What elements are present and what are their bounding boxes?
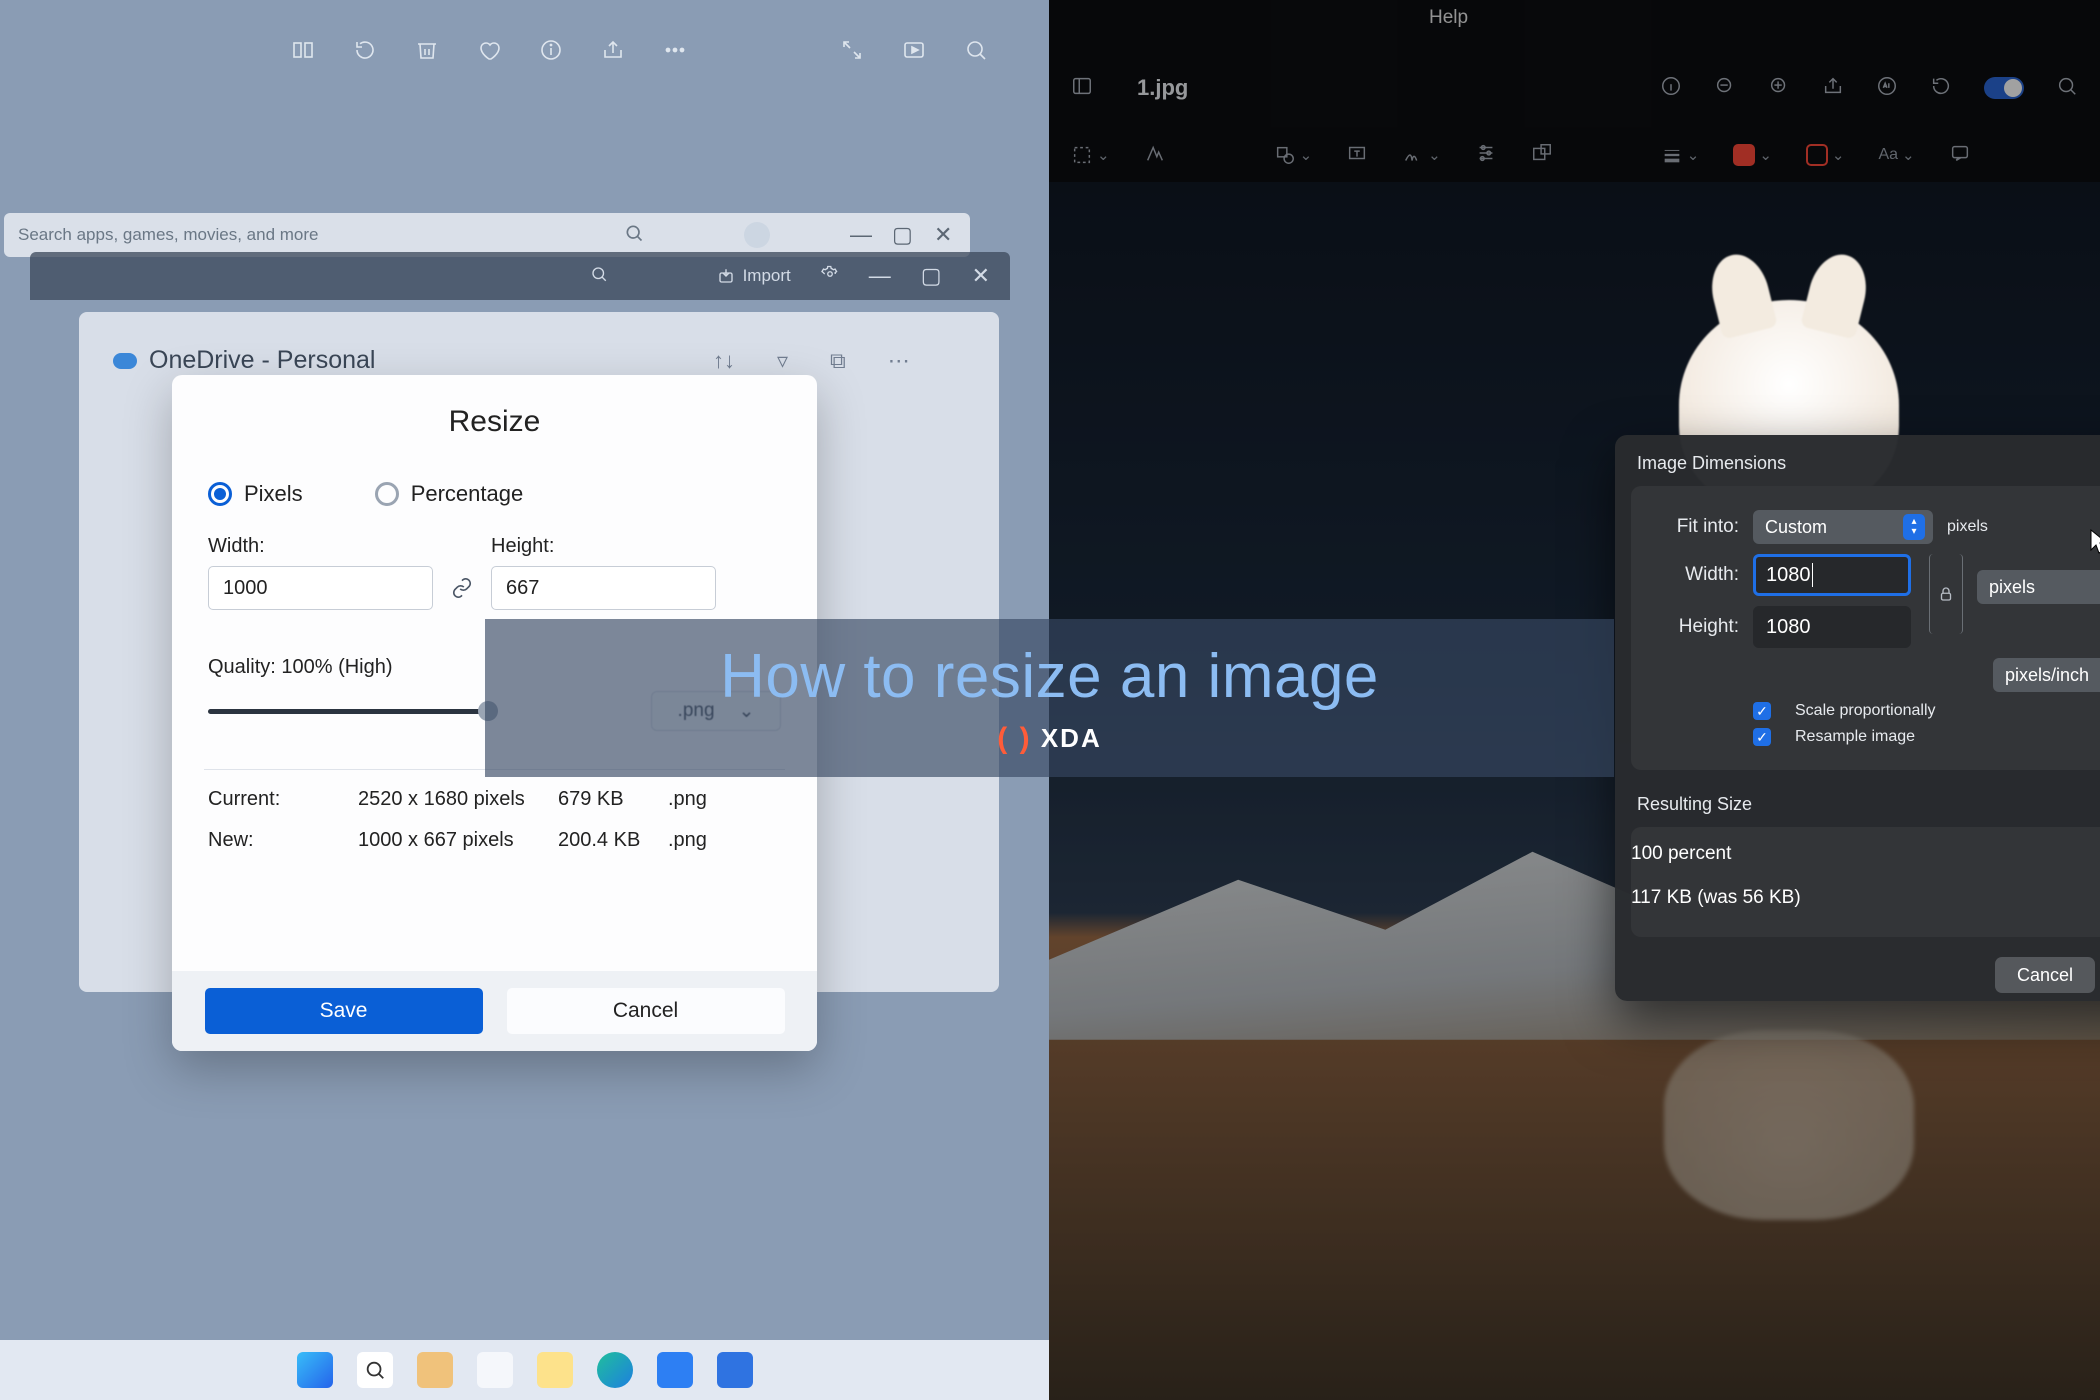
search-icon[interactable]	[590, 265, 608, 288]
taskbar-start[interactable]	[297, 1352, 333, 1388]
new-label: New:	[208, 829, 358, 852]
heart-icon[interactable]	[476, 37, 502, 63]
slideshow-icon[interactable]	[901, 37, 927, 63]
new-dims: 1000 x 667 pixels	[358, 829, 558, 852]
image-dimensions-dialog: Image Dimensions Fit into: Custom pixels…	[1615, 435, 2100, 1001]
fit-into-select[interactable]: Custom	[1753, 510, 1933, 544]
current-dims: 2520 x 1680 pixels	[358, 788, 558, 811]
scale-proportionally-checkbox[interactable]: ✓	[1753, 702, 1771, 720]
size-info: Current: 2520 x 1680 pixels 679 KB .png …	[208, 788, 781, 852]
fit-unit: pixels	[1947, 518, 1988, 536]
taskbar-task-view[interactable]	[417, 1352, 453, 1388]
window-minimize[interactable]: ―	[869, 263, 891, 289]
mac-height-input[interactable]: 1080	[1753, 606, 1911, 648]
taskbar-edge[interactable]	[597, 1352, 633, 1388]
resample-label: Resample image	[1795, 728, 1915, 746]
current-label: Current:	[208, 788, 358, 811]
new-size: 200.4 KB	[558, 829, 668, 852]
stepper-icon	[1903, 514, 1925, 540]
compare-icon[interactable]	[290, 37, 316, 63]
taskbar-chat[interactable]	[477, 1352, 513, 1388]
fullscreen-icon[interactable]	[839, 37, 865, 63]
section-resulting-size: Resulting Size	[1615, 776, 2100, 821]
width-label: Width:	[208, 535, 433, 558]
taskbar-store[interactable]	[657, 1352, 693, 1388]
cancel-button[interactable]: Cancel	[507, 988, 785, 1034]
xda-logo: ( ) XDA	[997, 722, 1101, 756]
radio-pixels[interactable]: Pixels	[208, 481, 303, 507]
taskbar-search[interactable]	[357, 1352, 393, 1388]
photos-sub-toolbar: Import ― ▢ ✕	[30, 252, 1010, 300]
dialog-title: Resize	[172, 405, 817, 439]
sort-icon[interactable]: ↑↓	[713, 348, 735, 374]
mac-height-label: Height:	[1649, 616, 1739, 638]
height-input[interactable]	[491, 566, 716, 610]
quality-slider[interactable]	[208, 709, 488, 714]
headline-text: How to resize an image	[720, 641, 1379, 712]
trash-icon[interactable]	[414, 37, 440, 63]
profile-avatar[interactable]	[744, 222, 770, 248]
search-icon[interactable]	[624, 223, 644, 248]
current-size: 679 KB	[558, 788, 668, 811]
link-aspect-icon[interactable]	[447, 566, 477, 610]
store-search-bar: Search apps, games, movies, and more ― ▢…	[4, 213, 970, 257]
import-button[interactable]: Import	[717, 266, 791, 286]
mac-width-input[interactable]: 1080	[1753, 554, 1911, 596]
save-button[interactable]: Save	[205, 988, 483, 1034]
window-close[interactable]: ✕	[934, 224, 956, 246]
scale-proportionally-label: Scale proportionally	[1795, 702, 1936, 720]
window-maximize[interactable]: ▢	[921, 263, 942, 289]
unit-select[interactable]: pixels	[1977, 570, 2100, 604]
onedrive-icon	[113, 353, 137, 369]
store-search-placeholder[interactable]: Search apps, games, movies, and more	[18, 225, 624, 245]
taskbar-explorer[interactable]	[537, 1352, 573, 1388]
cursor-icon	[2089, 528, 2100, 556]
unit-radio-group: Pixels Percentage	[208, 481, 781, 507]
share-icon[interactable]	[600, 37, 626, 63]
window-maximize[interactable]: ▢	[892, 224, 914, 246]
result-filesize: 117 KB (was 56 KB)	[1631, 887, 2100, 909]
window-minimize[interactable]: ―	[850, 224, 872, 246]
window-close[interactable]: ✕	[972, 263, 990, 289]
select-icon[interactable]: ⧉	[830, 348, 846, 374]
width-input[interactable]	[208, 566, 433, 610]
current-ext: .png	[668, 788, 728, 811]
rotate-icon[interactable]	[352, 37, 378, 63]
mac-width-label: Width:	[1649, 564, 1739, 586]
resample-checkbox[interactable]: ✓	[1753, 728, 1771, 746]
info-icon[interactable]	[538, 37, 564, 63]
onedrive-title: OneDrive - Personal	[149, 346, 375, 375]
taskbar-photos[interactable]	[717, 1352, 753, 1388]
zoom-icon[interactable]	[963, 37, 989, 63]
fit-into-label: Fit into:	[1649, 516, 1739, 538]
result-percent: 100 percent	[1631, 843, 2100, 865]
windows-taskbar	[0, 1340, 1049, 1400]
filter-icon[interactable]: ▿	[777, 348, 788, 374]
onedrive-tools: ↑↓ ▿ ⧉ ⋯	[713, 348, 910, 374]
settings-icon[interactable]	[821, 265, 839, 288]
section-image-dimensions: Image Dimensions	[1615, 435, 2100, 480]
resolution-unit-select[interactable]: pixels/inch	[1993, 658, 2100, 692]
height-label: Height:	[491, 535, 716, 558]
new-ext: .png	[668, 829, 728, 852]
lock-aspect-icon[interactable]	[1929, 554, 1963, 634]
photos-app-top-toolbar	[290, 30, 989, 70]
mac-cancel-button[interactable]: Cancel	[1995, 957, 2095, 993]
headline-overlay: How to resize an image ( ) XDA	[485, 619, 1614, 777]
more-icon[interactable]: ⋯	[888, 348, 910, 374]
more-icon[interactable]	[662, 37, 688, 63]
radio-percentage[interactable]: Percentage	[375, 481, 524, 507]
